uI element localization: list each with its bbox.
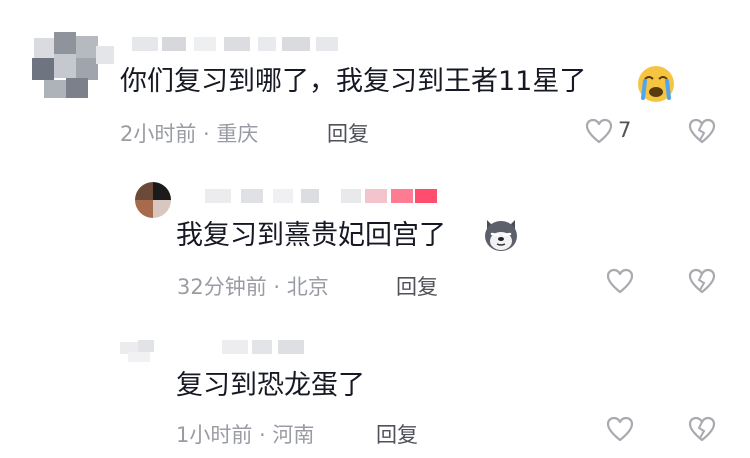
- reply-button[interactable]: 回复: [396, 271, 438, 301]
- heart-icon[interactable]: [606, 416, 634, 442]
- comment-meta: 2小时前 · 重庆: [120, 122, 259, 146]
- avatar[interactable]: [120, 338, 160, 364]
- username-blurred[interactable]: [132, 37, 342, 51]
- broken-heart-icon[interactable]: [688, 416, 716, 442]
- reply-button[interactable]: 回复: [327, 118, 369, 148]
- like-count: 7: [618, 118, 632, 142]
- husky-dog-face-icon: [481, 214, 521, 254]
- heart-icon[interactable]: [585, 118, 613, 144]
- comment-text: 复习到恐龙蛋了: [176, 370, 365, 401]
- avatar[interactable]: [135, 182, 171, 218]
- heart-icon[interactable]: [606, 268, 634, 294]
- reply-button[interactable]: 回复: [376, 419, 418, 449]
- comment-text: 我复习到熹贵妃回宫了: [176, 220, 446, 251]
- crying-face-icon: [636, 64, 676, 104]
- broken-heart-icon[interactable]: [688, 118, 716, 144]
- comment-text: 你们复习到哪了，我复习到王者11星了: [120, 66, 587, 97]
- comment-meta: 32分钟前 · 北京: [177, 275, 329, 299]
- username-blurred[interactable]: [222, 340, 312, 354]
- comment-meta: 1小时前 · 河南: [176, 423, 315, 447]
- username-blurred[interactable]: [205, 189, 445, 203]
- broken-heart-icon[interactable]: [688, 268, 716, 294]
- avatar[interactable]: [30, 32, 118, 100]
